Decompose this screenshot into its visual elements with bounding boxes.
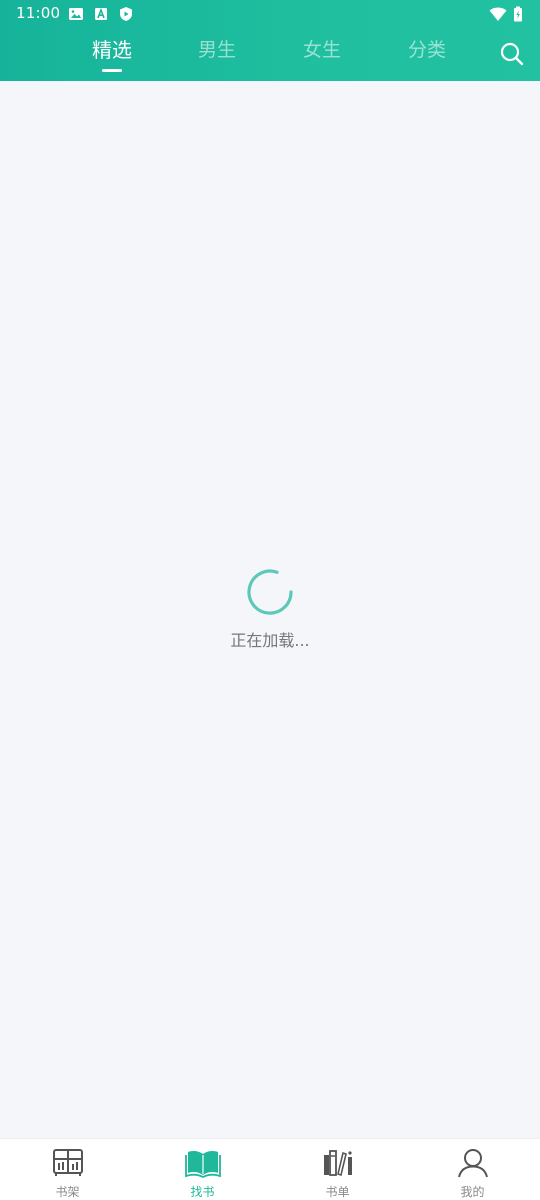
bookshelf-icon bbox=[50, 1147, 86, 1179]
shield-play-icon bbox=[118, 6, 134, 22]
main-content: 正在加载... bbox=[0, 81, 540, 1138]
app-header: 11:00 精选 男生 女生 分类 bbox=[0, 0, 540, 81]
nav-bookshelf-label: 书架 bbox=[55, 1185, 80, 1199]
nav-book-list[interactable]: 书单 bbox=[270, 1139, 405, 1200]
search-icon bbox=[497, 40, 527, 70]
nav-mine-label: 我的 bbox=[460, 1185, 485, 1199]
nav-find-books-label: 找书 bbox=[190, 1185, 215, 1199]
tab-male[interactable]: 男生 bbox=[177, 36, 257, 76]
nav-bookshelf[interactable]: 书架 bbox=[0, 1139, 135, 1200]
user-icon bbox=[455, 1147, 491, 1179]
book-list-icon bbox=[320, 1147, 356, 1179]
active-tab-indicator bbox=[102, 69, 122, 72]
tab-featured[interactable]: 精选 bbox=[72, 36, 152, 76]
status-time: 11:00 bbox=[16, 4, 61, 22]
top-tabs: 精选 男生 女生 分类 bbox=[0, 28, 540, 81]
tab-featured-label: 精选 bbox=[92, 38, 132, 62]
loading-spinner-icon bbox=[244, 566, 296, 618]
nav-mine[interactable]: 我的 bbox=[405, 1139, 540, 1200]
battery-icon bbox=[513, 6, 523, 22]
tab-female[interactable]: 女生 bbox=[282, 36, 362, 76]
image-icon bbox=[68, 6, 84, 22]
bottom-nav: 书架 找书 书单 我的 bbox=[0, 1138, 540, 1200]
tab-male-label: 男生 bbox=[197, 39, 236, 61]
tab-category-label: 分类 bbox=[407, 39, 446, 61]
loading-text: 正在加载... bbox=[230, 631, 310, 650]
wifi-icon bbox=[489, 6, 507, 22]
nav-find-books[interactable]: 找书 bbox=[135, 1139, 270, 1200]
tab-female-label: 女生 bbox=[302, 39, 341, 61]
search-button[interactable] bbox=[497, 40, 527, 70]
status-bar: 11:00 bbox=[0, 0, 540, 28]
nav-book-list-label: 书单 bbox=[325, 1185, 350, 1199]
tab-category[interactable]: 分类 bbox=[387, 36, 467, 76]
open-book-icon bbox=[185, 1147, 221, 1179]
a-badge-icon bbox=[93, 6, 109, 22]
